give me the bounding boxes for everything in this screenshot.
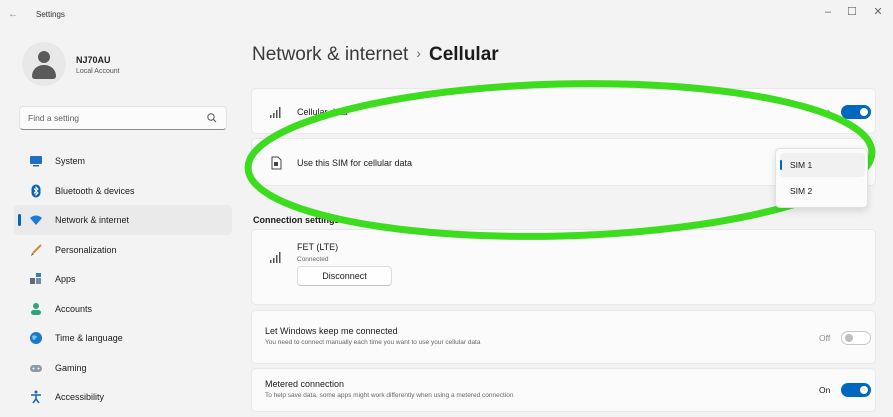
signal-bars-icon: [270, 252, 281, 263]
sidebar-item-label: Apps: [55, 274, 76, 284]
breadcrumb: Network & internet › Cellular: [252, 44, 499, 66]
disconnect-button[interactable]: Disconnect: [297, 266, 392, 286]
sidebar-item-label: Time & language: [55, 333, 123, 343]
sidebar-item-label: Accessibility: [55, 392, 105, 402]
selected-indicator: [18, 214, 21, 226]
network-icon: [30, 215, 42, 225]
cellular-data-toggle[interactable]: [841, 105, 871, 119]
profile-account-type: Local Account: [76, 68, 120, 75]
metered-connection-subtitle: To help save data, some apps might work …: [265, 392, 514, 399]
cellular-data-toggle-label: On: [819, 107, 831, 117]
connection-settings-heading: Connection settings: [253, 215, 340, 225]
breadcrumb-separator-icon: ›: [416, 45, 421, 61]
sidebar-item-label: Accounts: [55, 303, 93, 314]
sidebar-item-personalization[interactable]: Personalization: [14, 235, 232, 265]
bluetooth-icon: [31, 184, 41, 197]
keep-connected-toggle-label: Off: [819, 333, 831, 343]
cellular-data-label: Cellular data: [297, 107, 348, 117]
cellular-data-card: Cellular data On: [251, 88, 876, 134]
sim-option-label: SIM 2: [790, 186, 813, 196]
sidebar-item-label: Gaming: [55, 362, 87, 373]
sidebar-item-system[interactable]: System: [14, 146, 232, 176]
accessibility-icon: [31, 390, 41, 404]
sidebar-item-time-language[interactable]: Time & language: [14, 323, 232, 353]
apps-icon: [30, 273, 41, 284]
metered-connection-title: Metered connection: [265, 379, 345, 389]
sidebar-item-label: System: [55, 156, 86, 166]
globe-icon: [30, 332, 42, 344]
close-button[interactable]: ✕: [868, 4, 888, 20]
sidebar-item-network[interactable]: Network & internet: [14, 205, 232, 235]
brush-icon: [31, 243, 42, 256]
network-name: FET (LTE): [297, 242, 339, 252]
connection-status: Connected: [297, 256, 329, 263]
metered-toggle-label: On: [819, 385, 831, 395]
page-title: Cellular: [428, 44, 499, 65]
breadcrumb-parent[interactable]: Network & internet: [252, 44, 408, 65]
gaming-icon: [30, 364, 42, 372]
sidebar-item-accessibility[interactable]: Accessibility: [14, 382, 232, 412]
selected-indicator: [780, 160, 782, 170]
minimize-button[interactable]: –: [818, 4, 838, 20]
title-bar: ← Settings – ☐ ✕: [0, 0, 893, 30]
search-icon: [207, 113, 217, 123]
sidebar-item-label: Network & internet: [55, 215, 130, 225]
accounts-icon: [31, 302, 41, 315]
user-profile[interactable]: NJ70AU Local Account: [22, 42, 222, 92]
system-icon: [30, 156, 42, 167]
sim-card-icon: [271, 156, 282, 170]
keep-connected-card: Let Windows keep me connected You need t…: [251, 310, 876, 364]
sidebar-nav: System Bluetooth & devices Network & int…: [14, 146, 232, 412]
sim-dropdown[interactable]: SIM 1 SIM 2: [775, 148, 868, 208]
sim-option-2[interactable]: SIM 2: [780, 179, 865, 203]
sidebar-item-label: Bluetooth & devices: [55, 185, 135, 196]
back-arrow-icon[interactable]: ←: [6, 8, 20, 22]
sim-option-label: SIM 1: [790, 160, 813, 170]
avatar: [22, 42, 66, 86]
sim-option-1[interactable]: SIM 1: [780, 153, 865, 177]
keep-connected-title: Let Windows keep me connected: [265, 326, 398, 336]
sidebar-item-label: Personalization: [55, 244, 117, 255]
sidebar-item-bluetooth[interactable]: Bluetooth & devices: [14, 176, 232, 206]
profile-name: NJ70AU: [76, 55, 111, 65]
search-input[interactable]: Find a setting: [19, 106, 227, 130]
signal-bars-icon: [270, 107, 281, 118]
connection-card: FET (LTE) Connected Disconnect: [251, 229, 876, 305]
app-title: Settings: [36, 10, 65, 19]
sim-selection-label: Use this SIM for cellular data: [297, 158, 413, 168]
sidebar-item-accounts[interactable]: Accounts: [14, 294, 232, 324]
search-placeholder: Find a setting: [28, 113, 80, 123]
keep-connected-toggle[interactable]: [841, 331, 871, 345]
sidebar-item-apps[interactable]: Apps: [14, 264, 232, 294]
keep-connected-subtitle: You need to connect manually each time y…: [265, 339, 481, 346]
metered-connection-card: Metered connection To help save data, so…: [251, 368, 876, 412]
sidebar-item-gaming[interactable]: Gaming: [14, 353, 232, 383]
metered-toggle[interactable]: [841, 383, 871, 397]
maximize-button[interactable]: ☐: [842, 4, 862, 20]
